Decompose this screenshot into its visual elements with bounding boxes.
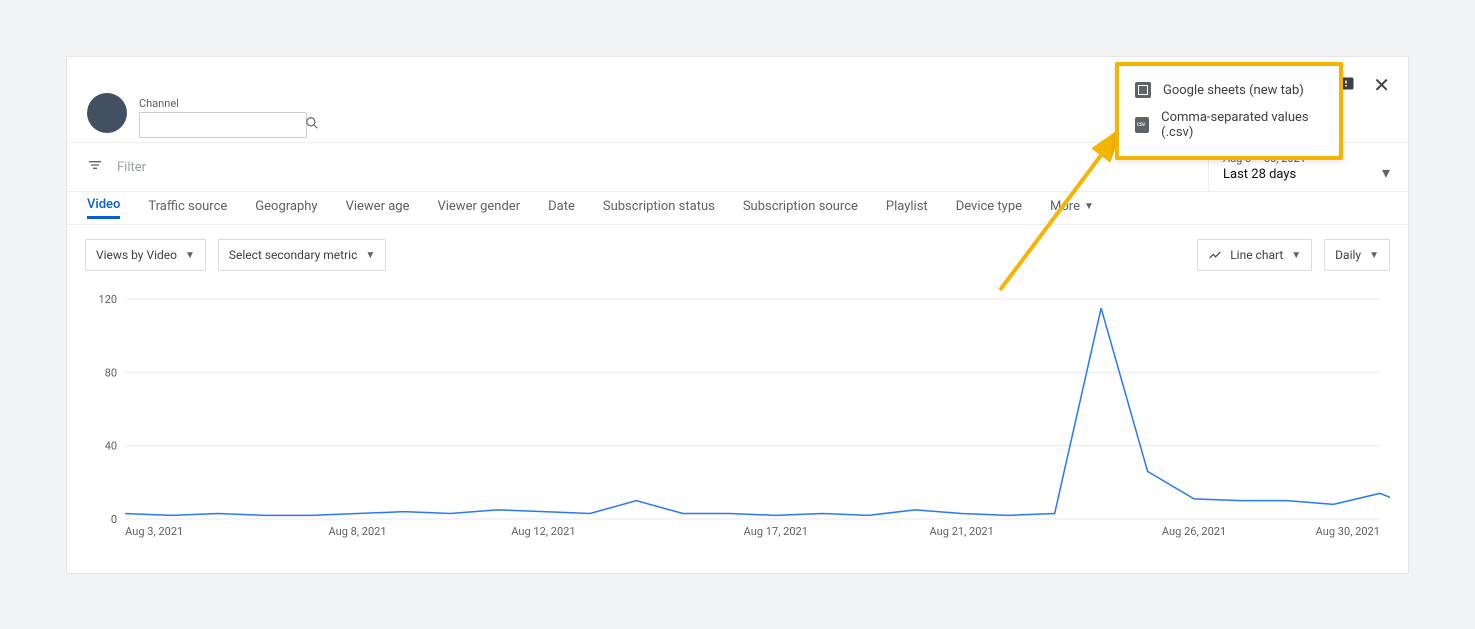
svg-text:Aug 30, 2021: Aug 30, 2021 xyxy=(1316,525,1380,538)
channel-search[interactable] xyxy=(139,112,307,138)
tab-traffic-source[interactable]: Traffic source xyxy=(148,199,227,218)
tab-viewer-gender[interactable]: Viewer gender xyxy=(437,199,520,218)
svg-text:Aug 8, 2021: Aug 8, 2021 xyxy=(328,525,386,538)
tab-video[interactable]: Video xyxy=(87,197,120,219)
export-csv[interactable]: Comma-separated values (.csv) xyxy=(1123,104,1335,146)
filter-placeholder[interactable]: Filter xyxy=(117,160,146,175)
tab-subscription-status[interactable]: Subscription status xyxy=(603,199,715,218)
search-icon[interactable] xyxy=(305,116,319,134)
tab-playlist[interactable]: Playlist xyxy=(886,199,928,218)
svg-text:Aug 26, 2021: Aug 26, 2021 xyxy=(1162,525,1226,538)
svg-text:Aug 21, 2021: Aug 21, 2021 xyxy=(930,525,994,538)
svg-text:80: 80 xyxy=(105,366,117,379)
channel-label: Channel xyxy=(139,97,179,110)
tab-date[interactable]: Date xyxy=(548,199,575,218)
granularity-label: Daily xyxy=(1335,248,1361,262)
channel-search-input[interactable] xyxy=(146,117,305,133)
sheets-icon xyxy=(1135,82,1151,98)
tab-device-type[interactable]: Device type xyxy=(956,199,1022,218)
svg-text:Aug 12, 2021: Aug 12, 2021 xyxy=(511,525,575,538)
secondary-metric-dropdown[interactable]: Select secondary metric ▼ xyxy=(218,239,386,271)
granularity-dropdown[interactable]: Daily ▼ xyxy=(1324,239,1390,271)
chart-type-label: Line chart xyxy=(1230,248,1283,262)
export-csv-label: Comma-separated values (.csv) xyxy=(1161,110,1323,140)
svg-text:120: 120 xyxy=(99,293,118,306)
csv-icon xyxy=(1135,117,1149,133)
line-chart-icon xyxy=(1208,248,1222,262)
tab-viewer-age[interactable]: Viewer age xyxy=(346,199,410,218)
svg-text:Aug 3, 2021: Aug 3, 2021 xyxy=(125,525,183,538)
secondary-metric-label: Select secondary metric xyxy=(229,248,357,262)
close-icon[interactable]: ✕ xyxy=(1373,75,1390,95)
chart-canvas: 0 40 80 120 Aug 3, 2021 Aug 8, 2021 Aug 12, 20… xyxy=(85,289,1390,549)
dimension-tabs: Video Traffic source Geography Viewer age Vi… xyxy=(67,192,1408,225)
chevron-down-icon: ▼ xyxy=(1369,250,1379,261)
filter-icon[interactable] xyxy=(87,157,103,177)
svg-text:Aug 17, 2021: Aug 17, 2021 xyxy=(744,525,808,538)
export-google-sheets[interactable]: Google sheets (new tab) xyxy=(1123,76,1335,104)
chevron-down-icon: ▼ xyxy=(185,250,195,261)
primary-metric-label: Views by Video xyxy=(96,248,177,262)
export-google-sheets-label: Google sheets (new tab) xyxy=(1163,83,1304,98)
export-menu: Google sheets (new tab) Comma-separated … xyxy=(1115,62,1343,160)
svg-text:0: 0 xyxy=(111,513,117,526)
chevron-down-icon: ▼ xyxy=(365,250,375,261)
tab-geography[interactable]: Geography xyxy=(255,199,317,218)
svg-text:40: 40 xyxy=(105,440,117,453)
primary-metric-dropdown[interactable]: Views by Video ▼ xyxy=(85,239,206,271)
chevron-down-icon: ▼ xyxy=(1291,250,1301,261)
tab-subscription-source[interactable]: Subscription source xyxy=(743,199,858,218)
date-range-label: Last 28 days xyxy=(1223,167,1408,182)
tab-more[interactable]: More▼ xyxy=(1050,199,1094,218)
chevron-down-icon: ▾ xyxy=(1382,163,1390,182)
chart-type-dropdown[interactable]: Line chart ▼ xyxy=(1197,239,1312,271)
channel-avatar[interactable] xyxy=(87,93,127,133)
chart-area: Views by Video ▼ Select secondary metric… xyxy=(67,225,1408,573)
